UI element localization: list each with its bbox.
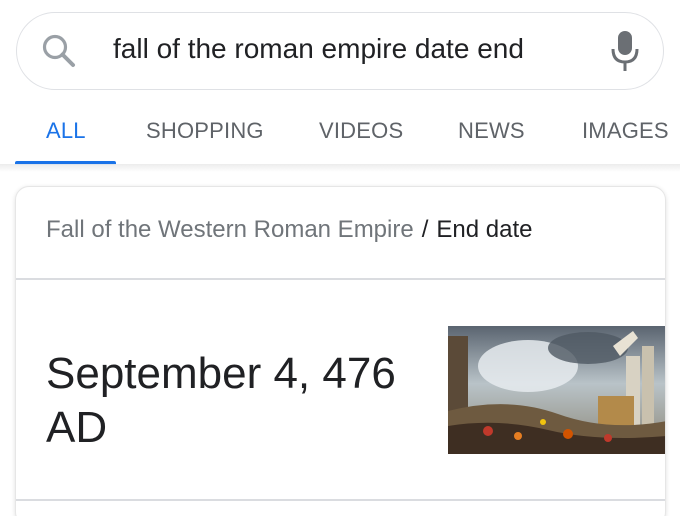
- tab-videos[interactable]: VIDEOS: [319, 118, 403, 144]
- search-input[interactable]: fall of the roman empire date end: [113, 33, 524, 65]
- tab-shopping[interactable]: SHOPPING: [146, 118, 264, 144]
- search-icon[interactable]: [39, 31, 79, 71]
- tab-all[interactable]: ALL: [46, 118, 86, 144]
- card-divider-bottom: [16, 499, 665, 501]
- search-tabs: ALL SHOPPING VIDEOS NEWS IMAGES: [0, 108, 680, 165]
- answer-card: Fall of the Western Roman Empire / End dat…: [15, 186, 666, 516]
- breadcrumb-separator: /: [421, 216, 429, 243]
- search-results-page: fall of the roman empire date end ALL SH…: [0, 0, 680, 516]
- breadcrumb-current: End date: [436, 216, 533, 243]
- tab-news[interactable]: NEWS: [458, 118, 525, 144]
- breadcrumb: Fall of the Western Roman Empire / End dat…: [46, 216, 532, 244]
- search-bar[interactable]: fall of the roman empire date end: [16, 12, 664, 90]
- breadcrumb-parent-link[interactable]: Fall of the Western Roman Empire: [46, 216, 414, 243]
- tabs-shadow: [0, 164, 680, 172]
- answer-value: September 4, 476 AD: [46, 349, 396, 452]
- painting-thumbnail: [448, 326, 665, 454]
- answer-image[interactable]: [448, 326, 665, 454]
- card-divider: [16, 278, 665, 280]
- tab-images[interactable]: IMAGES: [582, 118, 669, 144]
- mic-icon[interactable]: [609, 27, 641, 75]
